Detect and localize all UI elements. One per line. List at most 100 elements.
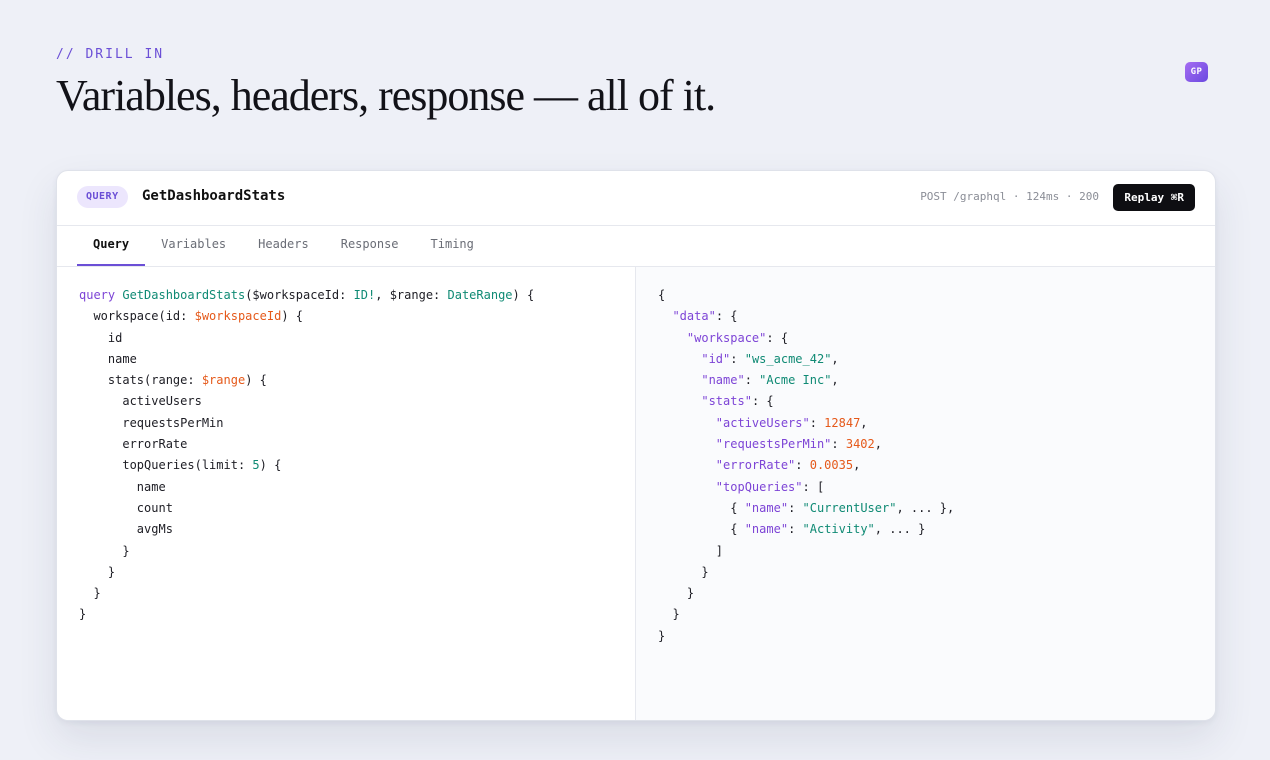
code-token: "topQueries" [715,479,803,494]
tab-variables[interactable]: Variables [145,226,242,266]
code-token: DateRange [447,288,513,302]
response-line: "errorRate": 0.0035, [658,455,954,476]
code-token: "stats" [701,394,752,409]
response-line: "activeUsers": 12847, [658,413,954,434]
code-token: { [730,522,745,537]
query-code: query GetDashboardStats($workspaceId: ID… [79,285,534,626]
code-token: : { [715,309,738,324]
query-line: name [79,349,534,370]
request-meta: POST /graphql · 124ms · 200 [920,190,1099,203]
code-token: { [658,288,666,302]
code-token: , [860,415,868,430]
query-line: workspace(id: $workspaceId) { [79,306,534,327]
response-line: "topQueries": [ [658,477,954,498]
code-token: : [809,415,825,430]
code-token: 3402 [845,437,875,452]
operation-type-badge: QUERY [77,186,128,208]
query-line: errorRate [79,434,534,455]
code-token: count [136,500,173,515]
code-token: "id" [701,351,731,366]
code-token: "data" [672,309,716,324]
response-viewer[interactable]: { "data": { "workspace": { "id": "ws_acm… [636,267,1215,720]
inspector-panel: QUERY GetDashboardStats POST /graphql · … [56,170,1216,721]
code-token: : { [766,330,789,345]
code-token: "activeUsers" [715,415,810,430]
code-token: : [788,522,803,537]
query-line: activeUsers [79,391,534,412]
code-token: , [874,437,882,452]
code-token: ) { [245,373,267,388]
code-token: ) { [512,288,535,302]
code-token: , $range: [375,288,448,302]
code-token: : [795,458,810,473]
code-token: stats(range: [107,373,202,388]
code-token: $workspaceId [194,309,282,324]
code-token: { [730,500,745,515]
query-line: topQueries(limit: 5) { [79,455,534,476]
code-token: "CurrentUser" [802,500,897,515]
code-token: ID! [353,288,376,302]
code-token: query [79,288,123,302]
query-line: query GetDashboardStats($workspaceId: ID… [79,285,534,306]
code-token: } [79,607,87,622]
code-token: : [831,437,846,452]
code-token: } [93,586,101,601]
tab-timing[interactable]: Timing [415,226,490,266]
code-token: GetDashboardStats [122,288,246,302]
code-token: ) { [259,458,282,473]
code-token: "ws_acme_42" [744,351,832,366]
code-token: "name" [744,500,789,515]
code-token: , [853,458,861,473]
code-token: requestsPerMin [122,415,224,430]
tab-headers[interactable]: Headers [242,226,325,266]
code-token: name [107,351,137,366]
code-token: , ... } [874,522,926,537]
code-token: "Acme Inc" [759,373,832,388]
eyebrow-label: // DRILL IN [56,47,165,62]
code-token: } [122,543,130,558]
code-token: } [107,564,116,579]
code-token: ($workspaceId: [245,288,354,302]
code-token: } [658,628,666,643]
code-token: : [ [802,479,825,494]
code-token: id [107,330,123,345]
query-line: avgMs [79,519,534,540]
tab-bar: Query Variables Headers Response Timing [77,226,490,266]
tab-response[interactable]: Response [325,226,415,266]
response-line: { "name": "CurrentUser", ... }, [658,498,954,519]
code-token: activeUsers [122,394,202,409]
query-line: count [79,498,534,519]
page-title: Variables, headers, response — all of it… [56,71,716,120]
code-token: $range [201,373,246,388]
tab-query[interactable]: Query [77,226,146,266]
code-token: 5 [252,458,260,473]
response-line: "data": { [658,306,954,327]
code-token: "Activity" [802,522,875,537]
code-token: : { [751,394,774,409]
query-line: requestsPerMin [79,413,534,434]
code-token: "name" [744,522,789,537]
response-line: "stats": { [658,391,954,412]
query-line: } [79,583,534,604]
code-token: "workspace" [686,330,767,345]
code-token: : [788,500,803,515]
code-token: , ... }, [896,500,955,515]
query-line: id [79,328,534,349]
query-line: } [79,562,534,583]
code-token: ] [715,543,724,558]
code-token: "name" [701,373,745,388]
response-line: } [658,583,954,604]
response-line: { "name": "Activity", ... } [658,519,954,540]
code-token: , [831,351,839,366]
query-editor[interactable]: query GetDashboardStats($workspaceId: ID… [57,267,636,720]
code-token: workspace(id: [93,309,195,324]
code-token: 0.0035 [809,458,854,473]
query-line: } [79,541,534,562]
response-line: "workspace": { [658,328,954,349]
replay-button[interactable]: Replay ⌘R [1113,184,1195,211]
code-token: avgMs [136,522,173,537]
response-line: } [658,562,954,583]
query-line: } [79,604,534,625]
response-code: { "data": { "workspace": { "id": "ws_acm… [658,285,954,647]
query-line: name [79,477,534,498]
